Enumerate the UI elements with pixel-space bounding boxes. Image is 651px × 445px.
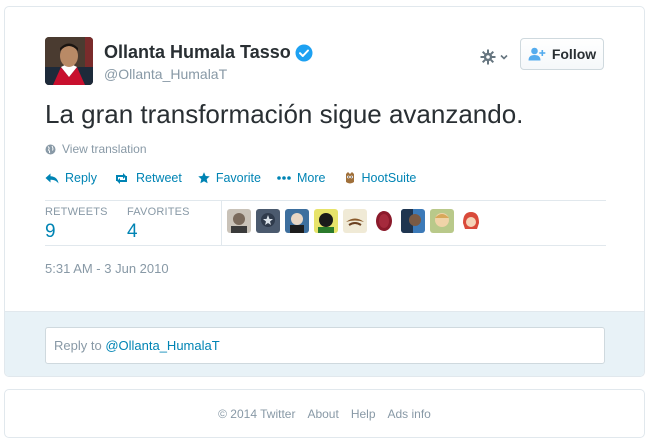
retweets-stat[interactable]: RETWEETS 9 xyxy=(45,206,108,243)
reply-input[interactable]: Reply to @Ollanta_HumalaT xyxy=(45,327,605,364)
footer-link-help[interactable]: Help xyxy=(351,407,376,421)
chevron-down-icon xyxy=(500,54,508,60)
tweet-actions: Reply Retweet Favorite More HootSuite xyxy=(45,171,432,185)
retweets-count: 9 xyxy=(45,221,56,242)
gear-icon xyxy=(480,49,496,65)
favorites-count: 4 xyxy=(127,221,138,242)
page-footer: © 2014 Twitter About Help Ads info xyxy=(4,389,645,438)
engager-avatar[interactable] xyxy=(256,209,280,233)
engager-avatar[interactable] xyxy=(227,209,251,233)
more-dots-icon xyxy=(277,176,291,180)
footer-copyright: © 2014 Twitter xyxy=(218,406,296,421)
hootsuite-action[interactable]: HootSuite xyxy=(345,171,416,185)
add-user-icon xyxy=(528,47,546,61)
engager-avatar[interactable] xyxy=(343,209,367,233)
reply-area: Reply to @Ollanta_HumalaT xyxy=(5,311,644,376)
footer-link-about[interactable]: About xyxy=(307,407,338,421)
engager-avatar[interactable] xyxy=(285,209,309,233)
favorites-stat[interactable]: FAVORITES 4 xyxy=(127,206,190,243)
hootsuite-owl-icon xyxy=(346,171,355,183)
reply-mention: @Ollanta_HumalaT xyxy=(105,338,220,353)
follow-button[interactable]: Follow xyxy=(520,38,604,70)
verified-badge-icon xyxy=(295,44,313,62)
profile-handle[interactable]: @Ollanta_HumalaT xyxy=(104,66,227,82)
engager-avatar[interactable] xyxy=(372,209,396,233)
retweet-label: Retweet xyxy=(135,171,182,185)
tweet-card: Ollanta Humala Tasso @Ollanta_HumalaT Fo… xyxy=(4,6,645,377)
engager-avatar[interactable] xyxy=(430,209,454,233)
globe-icon xyxy=(45,144,56,154)
star-icon xyxy=(198,172,210,184)
reply-prefix: Reply to xyxy=(54,338,106,353)
engager-avatars xyxy=(222,209,483,233)
hootsuite-label: HootSuite xyxy=(361,171,417,185)
engager-avatar[interactable] xyxy=(459,209,483,233)
reply-icon xyxy=(45,173,59,183)
view-translation-link[interactable]: View translation xyxy=(45,142,147,156)
retweet-action[interactable]: Retweet xyxy=(113,171,182,185)
retweet-icon xyxy=(115,172,127,184)
favorite-label: Favorite xyxy=(215,171,261,185)
settings-menu[interactable] xyxy=(480,47,509,67)
profile-avatar[interactable] xyxy=(45,37,93,85)
reply-label: Reply xyxy=(65,171,97,185)
retweets-label: RETWEETS xyxy=(45,206,108,218)
tweet-stats: RETWEETS 9 FAVORITES 4 xyxy=(45,200,606,246)
favorite-action[interactable]: Favorite xyxy=(198,171,261,185)
engager-avatar[interactable] xyxy=(314,209,338,233)
more-action[interactable]: More xyxy=(277,171,325,185)
favorites-label: FAVORITES xyxy=(127,206,190,218)
tweet-text: La gran transformación sigue avanzando. xyxy=(45,99,524,129)
follow-button-label: Follow xyxy=(551,46,597,62)
engager-avatar[interactable] xyxy=(401,209,425,233)
footer-link-ads-info[interactable]: Ads info xyxy=(388,407,431,421)
reply-action[interactable]: Reply xyxy=(45,171,97,185)
more-label: More xyxy=(296,171,326,185)
profile-name[interactable]: Ollanta Humala Tasso xyxy=(104,42,291,63)
view-translation-label: View translation xyxy=(62,142,147,156)
tweet-timestamp[interactable]: 5:31 AM - 3 Jun 2010 xyxy=(45,261,169,276)
